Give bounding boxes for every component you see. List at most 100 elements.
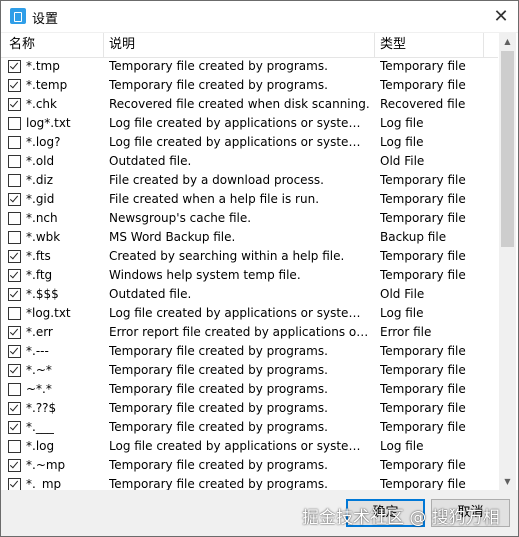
row-checkbox[interactable] bbox=[8, 345, 21, 358]
row-type: Error file bbox=[380, 325, 432, 339]
row-description: Recovered file created when disk scannin… bbox=[109, 97, 370, 111]
row-checkbox[interactable] bbox=[8, 478, 21, 490]
row-type: Temporary file bbox=[380, 59, 466, 73]
row-description: Outdated file. bbox=[109, 287, 192, 301]
row-checkbox[interactable] bbox=[8, 212, 21, 225]
row-name: *.--- bbox=[26, 344, 49, 358]
close-icon: ✕ bbox=[493, 6, 509, 27]
list-item[interactable]: *.log Log file created by applications or… bbox=[1, 437, 498, 456]
list-item[interactable]: *.err Error report file created by applic… bbox=[1, 323, 498, 342]
row-name: *.gid bbox=[26, 192, 55, 206]
row-name: *.temp bbox=[26, 78, 68, 92]
scrollbar-thumb[interactable] bbox=[501, 51, 514, 247]
list-item[interactable]: *.$$$ Outdated file. Old File bbox=[1, 285, 498, 304]
row-description: File created by a download process. bbox=[109, 173, 324, 187]
row-type: Temporary file bbox=[380, 268, 466, 282]
list-item[interactable]: *.nch Newsgroup's cache file. Temporary fi… bbox=[1, 209, 498, 228]
row-checkbox[interactable] bbox=[8, 60, 21, 73]
row-description: Log file created by applications or syst… bbox=[109, 116, 371, 130]
row-description: File created when a help file is run. bbox=[109, 192, 320, 206]
row-description: Temporary file created by programs. bbox=[109, 477, 328, 490]
row-description: Temporary file created by programs. bbox=[109, 401, 328, 415]
list-item[interactable]: *.___ Temporary file created by programs.… bbox=[1, 418, 498, 437]
row-checkbox[interactable] bbox=[8, 174, 21, 187]
row-checkbox[interactable] bbox=[8, 98, 21, 111]
row-checkbox[interactable] bbox=[8, 402, 21, 415]
list-item[interactable]: *.log? Log file created by applications o… bbox=[1, 133, 498, 152]
row-name: *.nch bbox=[26, 211, 58, 225]
close-button[interactable]: ✕ bbox=[484, 1, 518, 32]
list-item[interactable]: *.??$ Temporary file created by programs.… bbox=[1, 399, 498, 418]
row-checkbox[interactable] bbox=[8, 383, 21, 396]
row-checkbox[interactable] bbox=[8, 231, 21, 244]
row-type: Temporary file bbox=[380, 78, 466, 92]
row-checkbox[interactable] bbox=[8, 193, 21, 206]
row-checkbox[interactable] bbox=[8, 250, 21, 263]
row-type: Old File bbox=[380, 287, 425, 301]
row-type: Recovered file bbox=[380, 97, 466, 111]
row-checkbox[interactable] bbox=[8, 459, 21, 472]
row-description: Created by searching within a help file. bbox=[109, 249, 345, 263]
row-description: Temporary file created by programs. bbox=[109, 382, 328, 396]
settings-window: 设置 ✕ 名称 说明 类型 *.tmp Temporary file create… bbox=[0, 0, 519, 537]
row-checkbox[interactable] bbox=[8, 117, 21, 130]
watermark: 掘金技术社区 @ 搜狗万相 bbox=[302, 508, 500, 528]
row-type: Temporary file bbox=[380, 192, 466, 206]
column-header-description[interactable]: 说明 bbox=[104, 33, 375, 57]
scroll-down-arrow-icon[interactable]: ▼ bbox=[499, 473, 516, 490]
row-type: Temporary file bbox=[380, 401, 466, 415]
list-item[interactable]: *.chk Recovered file created when disk sc… bbox=[1, 95, 498, 114]
row-name: *.wbk bbox=[26, 230, 61, 244]
list-item[interactable]: *.~mp Temporary file created by programs.… bbox=[1, 456, 498, 475]
row-type: Temporary file bbox=[380, 477, 466, 490]
list-item[interactable]: *.gid File created when a help file is ru… bbox=[1, 190, 498, 209]
row-checkbox[interactable] bbox=[8, 326, 21, 339]
list-item[interactable]: *.~* Temporary file created by programs. T… bbox=[1, 361, 498, 380]
vertical-scrollbar[interactable]: ▲ ▼ bbox=[499, 33, 516, 490]
list-item[interactable]: *.old Outdated file. Old File bbox=[1, 152, 498, 171]
row-checkbox[interactable] bbox=[8, 136, 21, 149]
row-type: Temporary file bbox=[380, 458, 466, 472]
row-checkbox[interactable] bbox=[8, 155, 21, 168]
row-type: Temporary file bbox=[380, 173, 466, 187]
column-header-type[interactable]: 类型 bbox=[375, 33, 484, 57]
row-description: Temporary file created by programs. bbox=[109, 78, 328, 92]
window-title: 设置 bbox=[32, 12, 59, 27]
scroll-up-arrow-icon[interactable]: ▲ bbox=[499, 33, 516, 50]
row-name: *.~* bbox=[26, 363, 52, 377]
file-type-list[interactable]: 名称 说明 类型 *.tmp Temporary file created by … bbox=[1, 33, 518, 490]
row-description: Temporary file created by programs. bbox=[109, 420, 328, 434]
list-item[interactable]: *.temp Temporary file created by programs… bbox=[1, 76, 498, 95]
row-checkbox[interactable] bbox=[8, 288, 21, 301]
list-item[interactable]: *.--- Temporary file created by programs.… bbox=[1, 342, 498, 361]
row-name: *.err bbox=[26, 325, 53, 339]
column-header-name[interactable]: 名称 bbox=[1, 33, 104, 57]
row-checkbox[interactable] bbox=[8, 269, 21, 282]
row-checkbox[interactable] bbox=[8, 307, 21, 320]
list-item[interactable]: *.diz File created by a download process.… bbox=[1, 171, 498, 190]
row-type: Log file bbox=[380, 439, 424, 453]
list-item[interactable]: *log.txt Log file created by applications… bbox=[1, 304, 498, 323]
row-checkbox[interactable] bbox=[8, 440, 21, 453]
list-item[interactable]: *.ftg Windows help system temp file. Tempo… bbox=[1, 266, 498, 285]
row-description: Temporary file created by programs. bbox=[109, 344, 328, 358]
row-type: Temporary file bbox=[380, 420, 466, 434]
row-name: *.fts bbox=[26, 249, 51, 263]
list-header: 名称 说明 类型 bbox=[1, 33, 498, 58]
list-item[interactable]: ~*.* Temporary file created by programs. T… bbox=[1, 380, 498, 399]
list-item[interactable]: *.wbk MS Word Backup file. Backup file bbox=[1, 228, 498, 247]
row-checkbox[interactable] bbox=[8, 364, 21, 377]
row-checkbox[interactable] bbox=[8, 79, 21, 92]
list-item[interactable]: *.fts Created by searching within a help … bbox=[1, 247, 498, 266]
list-item[interactable]: *.tmp Temporary file created by programs.… bbox=[1, 57, 498, 76]
row-name: *.old bbox=[26, 154, 55, 168]
row-checkbox[interactable] bbox=[8, 421, 21, 434]
list-item[interactable]: log*.txt Log file created by applications… bbox=[1, 114, 498, 133]
row-description: Log file created by applications or syst… bbox=[109, 135, 371, 149]
row-description: MS Word Backup file. bbox=[109, 230, 236, 244]
list-item[interactable]: *._mp Temporary file created by programs.… bbox=[1, 475, 498, 490]
row-description: Temporary file created by programs. bbox=[109, 458, 328, 472]
row-type: Temporary file bbox=[380, 249, 466, 263]
row-description: Log file created by applications or syst… bbox=[109, 439, 371, 453]
row-name: *.log? bbox=[26, 135, 61, 149]
